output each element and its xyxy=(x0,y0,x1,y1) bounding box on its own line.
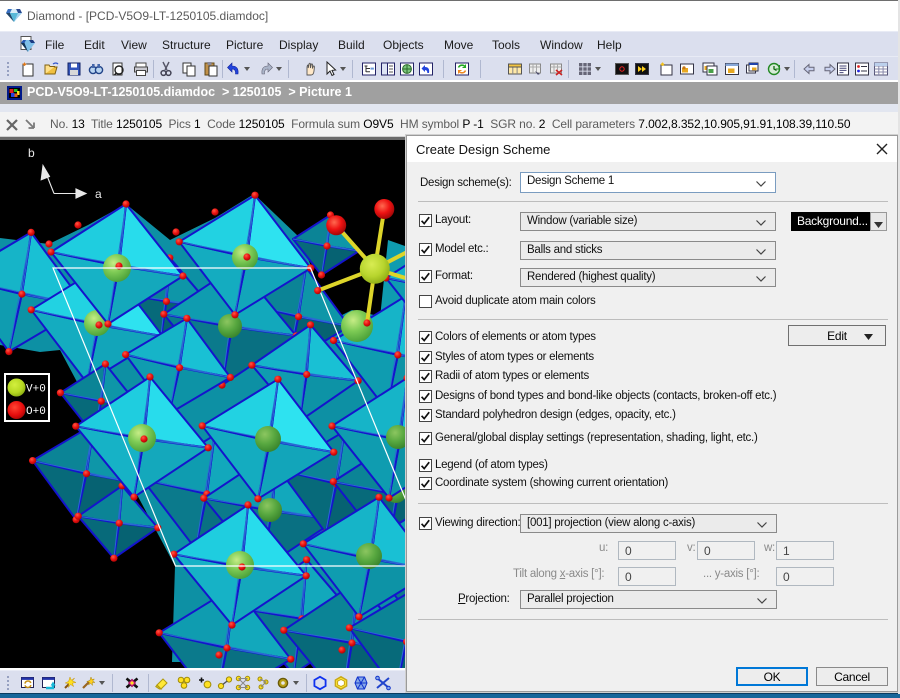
svg-text:O+0: O+0 xyxy=(26,406,46,418)
svg-text:a: a xyxy=(95,187,102,201)
svg-text:b: b xyxy=(28,146,35,160)
svg-text:V+0: V+0 xyxy=(26,384,46,396)
